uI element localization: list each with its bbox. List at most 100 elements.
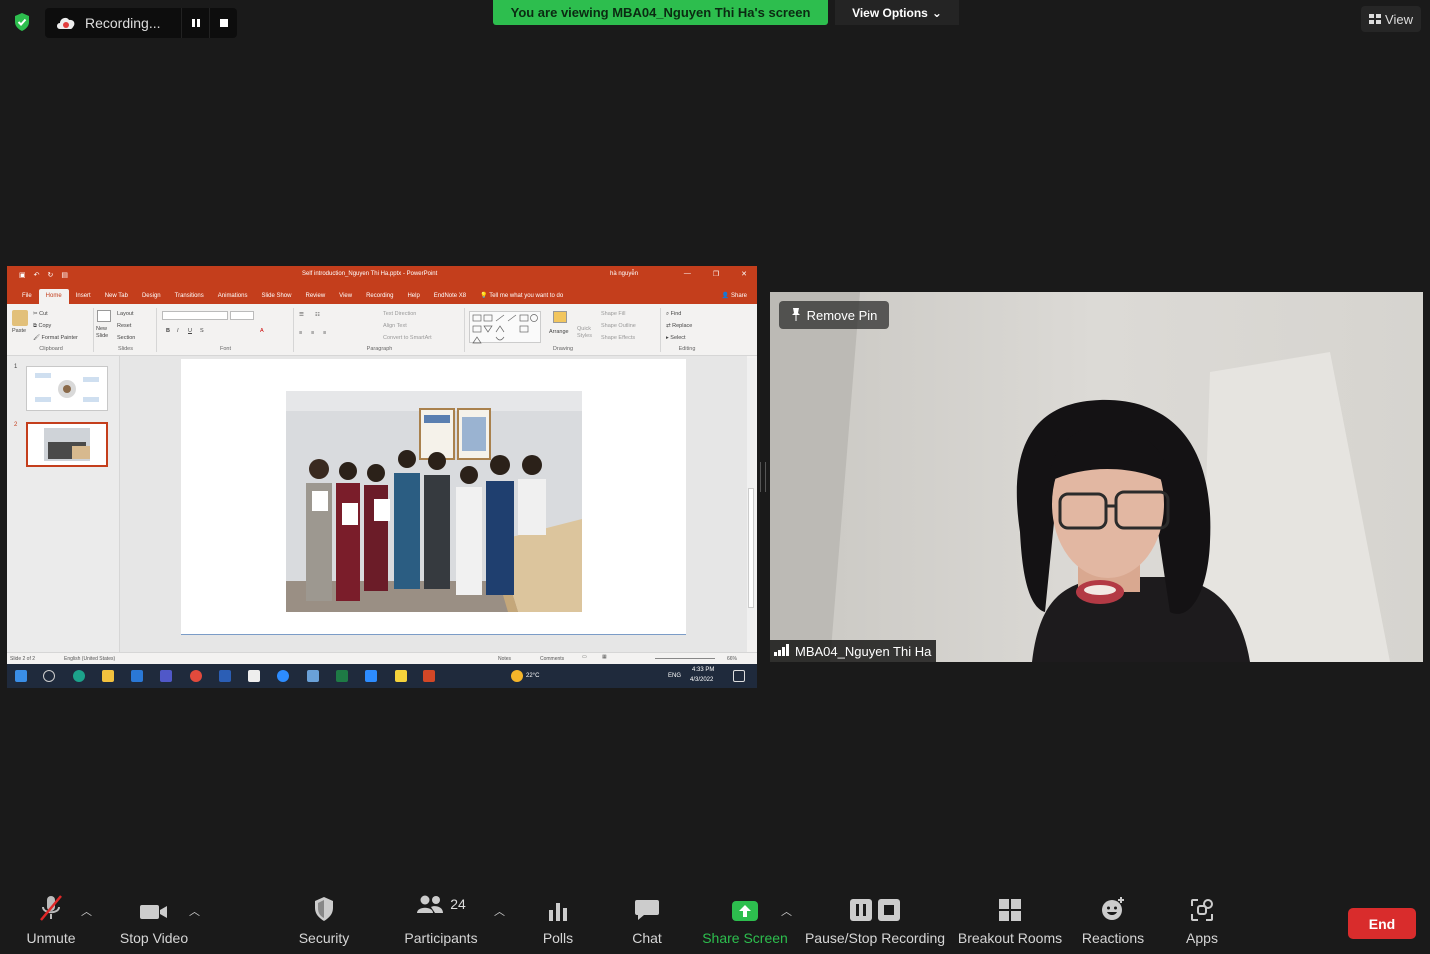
cut-button[interactable]: ✂ Cut <box>33 311 48 317</box>
breakout-rooms-button[interactable]: Breakout Rooms <box>957 888 1063 954</box>
word-icon[interactable] <box>219 670 231 682</box>
windows-start-icon[interactable] <box>15 670 27 682</box>
font-name-field[interactable] <box>162 311 228 320</box>
tab-recording[interactable]: Recording <box>359 293 400 304</box>
shadow-button[interactable]: S <box>200 328 204 334</box>
quick-styles-label[interactable]: Quick Styles <box>577 326 595 340</box>
view-button[interactable]: View <box>1361 6 1421 32</box>
redo-icon[interactable]: ↻ <box>48 271 54 279</box>
reactions-button[interactable]: Reactions <box>1080 888 1146 954</box>
new-slide-label[interactable]: New Slide <box>96 326 112 340</box>
endnote-icon[interactable] <box>248 670 260 682</box>
find-button[interactable]: ⌕ Find <box>666 311 681 318</box>
sticky-notes-icon[interactable] <box>395 670 407 682</box>
chrome-icon[interactable] <box>190 670 202 682</box>
tab-view[interactable]: View <box>332 293 359 304</box>
language-status[interactable]: English (United States) <box>64 656 115 662</box>
font-size-field[interactable] <box>230 311 254 320</box>
numbering-button[interactable]: ☷ <box>315 312 320 318</box>
excel-icon[interactable] <box>336 670 348 682</box>
mail-icon[interactable] <box>131 670 143 682</box>
save-icon[interactable]: ▣ <box>19 271 26 279</box>
tab-file[interactable]: File <box>15 293 39 304</box>
edge-icon[interactable] <box>73 670 85 682</box>
comments-button[interactable]: Comments <box>540 656 564 662</box>
replace-button[interactable]: ⇄ Replace <box>666 323 692 329</box>
sorter-view-icon[interactable]: ▦ <box>602 654 607 660</box>
bold-button[interactable]: B <box>166 328 170 334</box>
minimize-icon[interactable]: — <box>684 270 691 278</box>
slide-thumbnail-2[interactable] <box>26 422 108 467</box>
format-painter-button[interactable]: 🖌 Format Painter <box>33 335 78 341</box>
ppt-share-button[interactable]: 👤 Share <box>722 292 747 299</box>
security-button[interactable]: Security <box>296 888 352 954</box>
polls-button[interactable]: Polls <box>537 888 579 954</box>
font-color-button[interactable]: A <box>260 328 264 334</box>
tab-home[interactable]: Home <box>38 289 69 304</box>
panel-resize-handle[interactable] <box>760 462 766 492</box>
input-language[interactable]: ENG <box>668 673 681 679</box>
view-options-button[interactable]: View Options ⌄ <box>835 0 959 25</box>
present-icon[interactable]: ▤ <box>61 271 68 279</box>
shape-outline-button[interactable]: Shape Outline <box>601 323 636 329</box>
close-icon[interactable]: ✕ <box>741 270 747 278</box>
new-slide-icon[interactable] <box>97 310 111 322</box>
powerpoint-icon[interactable] <box>423 670 435 682</box>
shape-effects-button[interactable]: Shape Effects <box>601 335 635 341</box>
tab-review[interactable]: Review <box>298 293 332 304</box>
participants-options-caret-icon[interactable]: ︿ <box>494 903 505 919</box>
end-meeting-button[interactable]: End <box>1348 908 1416 939</box>
vertical-scrollbar[interactable] <box>747 358 755 640</box>
underline-button[interactable]: U <box>188 328 192 334</box>
tab-transitions[interactable]: Transitions <box>168 293 211 304</box>
notes-button[interactable]: Notes <box>498 656 511 662</box>
slide-thumbnail-1[interactable] <box>26 366 108 411</box>
participants-button[interactable]: 24 Participants <box>402 888 480 954</box>
pause-stop-recording-button[interactable]: Pause/Stop Recording <box>805 888 945 954</box>
copy-button[interactable]: ⧉ Copy <box>33 323 51 330</box>
italic-button[interactable]: I <box>177 328 179 334</box>
participant-video[interactable] <box>770 292 1423 662</box>
search-icon[interactable] <box>43 670 55 682</box>
bullets-button[interactable]: ☰ <box>299 312 304 318</box>
stop-recording-button[interactable] <box>209 8 237 38</box>
shared-screen[interactable]: ▣ ↶ ↻ ▤ Self introduction_Nguyen Thi Ha.… <box>7 266 757 688</box>
zoom-slider[interactable] <box>655 658 715 659</box>
text-direction-button[interactable]: Text Direction <box>383 311 416 317</box>
shapes-gallery[interactable] <box>469 311 541 344</box>
arrange-label[interactable]: Arrange <box>549 329 569 335</box>
zoom-app-icon[interactable] <box>365 670 377 682</box>
align-left-button[interactable]: ≡ <box>299 330 302 336</box>
notifications-icon[interactable] <box>733 670 745 682</box>
paste-icon[interactable] <box>12 310 28 326</box>
layout-button[interactable]: Layout <box>117 311 134 317</box>
tab-help[interactable]: Help <box>400 293 426 304</box>
current-slide[interactable] <box>181 359 686 635</box>
section-button[interactable]: Section <box>117 335 135 341</box>
stop-video-button[interactable]: Stop Video <box>118 888 190 954</box>
tab-slide-show[interactable]: Slide Show <box>254 293 298 304</box>
undo-icon[interactable]: ↶ <box>34 271 40 279</box>
encryption-shield-icon[interactable] <box>12 12 32 32</box>
share-options-caret-icon[interactable]: ︿ <box>781 903 792 919</box>
tab-new-tab[interactable]: New Tab <box>98 293 135 304</box>
tell-me-search[interactable]: 💡 Tell me what you want to do <box>473 292 570 304</box>
share-screen-button[interactable]: Share Screen <box>702 888 788 954</box>
align-center-button[interactable]: ≡ <box>311 330 314 336</box>
remove-pin-button[interactable]: Remove Pin <box>779 301 889 329</box>
tab-design[interactable]: Design <box>135 293 168 304</box>
apps-button[interactable]: Apps <box>1182 888 1222 954</box>
python-icon[interactable] <box>307 670 319 682</box>
zoom-level[interactable]: 66% <box>727 656 737 662</box>
reset-button[interactable]: Reset <box>117 323 131 329</box>
unmute-button[interactable]: Unmute <box>20 888 82 954</box>
group-photo-image[interactable] <box>286 391 582 612</box>
tab-endnote[interactable]: EndNote X8 <box>427 293 473 304</box>
align-right-button[interactable]: ≡ <box>323 330 326 336</box>
scrollbar-thumb[interactable] <box>748 488 754 608</box>
slide-editing-area[interactable] <box>120 356 747 652</box>
audio-options-caret-icon[interactable]: ︿ <box>81 903 92 919</box>
convert-smartart-button[interactable]: Convert to SmartArt <box>383 335 432 341</box>
shape-fill-button[interactable]: Shape Fill <box>601 311 625 317</box>
paste-label[interactable]: Paste <box>12 328 26 334</box>
